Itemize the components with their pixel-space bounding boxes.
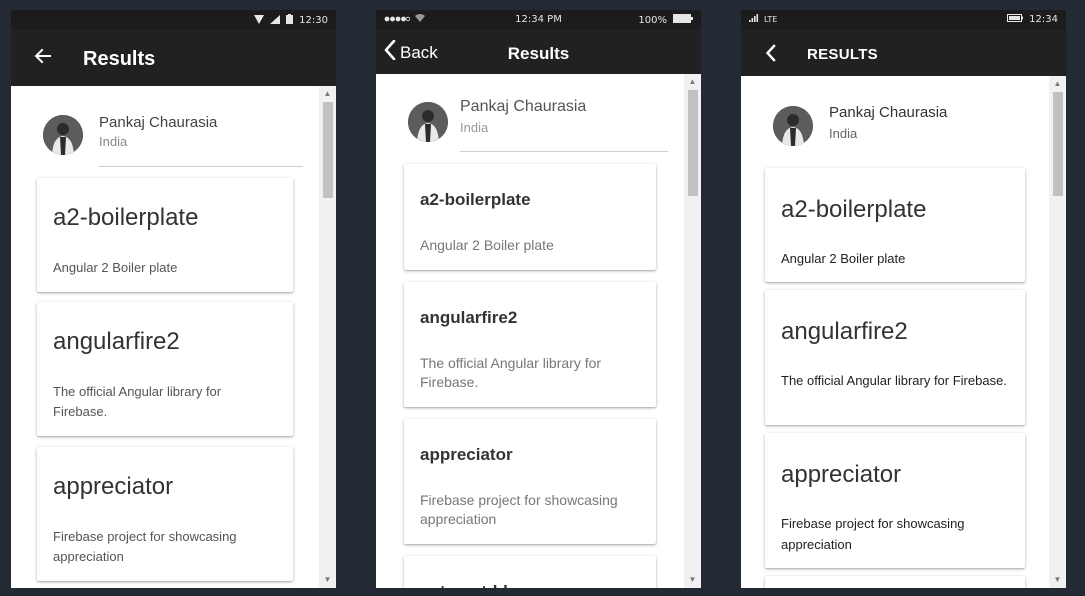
profile-country: India	[99, 134, 128, 149]
repo-card[interactable]: a2-boilerplate Angular 2 Boiler plate	[404, 164, 656, 270]
battery-icon	[673, 14, 693, 26]
repo-description: The official Angular library for Firebas…	[53, 384, 222, 419]
android-phone-screen: 12:30 Results Pankaj Chaurasia India a2-…	[11, 10, 336, 588]
signal-icon	[749, 14, 759, 25]
repo-description: Firebase project for showcasing apprecia…	[781, 516, 965, 552]
page-title: Results	[507, 44, 570, 63]
repo-title: angularfire2	[53, 328, 180, 355]
scroll-thumb[interactable]	[323, 102, 333, 198]
chevron-left-icon	[765, 44, 777, 67]
scroll-up-icon[interactable]: ▲	[319, 88, 336, 100]
repo-description: The official Angular library for Firebas…	[781, 373, 1007, 388]
scroll-down-icon[interactable]: ▼	[684, 574, 701, 586]
avatar	[773, 106, 813, 146]
repo-title: appreciator	[420, 445, 513, 464]
scroll-down-icon[interactable]: ▼	[1049, 574, 1066, 586]
repo-card[interactable]: appreciator Firebase project for showcas…	[765, 433, 1025, 568]
repo-description: Firebase project for showcasing apprecia…	[420, 492, 618, 527]
profile-divider	[99, 166, 303, 167]
signal-icon	[270, 14, 281, 27]
app-bar: RESULTS	[741, 30, 1066, 76]
repo-title: angularfire2	[781, 318, 908, 345]
repo-card[interactable]: appreciator Firebase project for showcas…	[37, 447, 293, 581]
results-content: Pankaj Chaurasia India a2-boilerplate An…	[11, 86, 336, 588]
status-bar: 12:34 PM 100%	[376, 10, 701, 30]
results-content: Pankaj Chaurasia India a2-boilerplate An…	[741, 76, 1066, 588]
back-button[interactable]	[765, 44, 777, 67]
repo-card[interactable]	[765, 576, 1025, 588]
repo-card[interactable]: angularfire2 The official Angular librar…	[404, 282, 656, 407]
battery-percent: 100%	[638, 14, 667, 26]
status-time: 12:34	[1029, 14, 1058, 25]
repo-title: a2-boilerplate	[420, 190, 531, 209]
profile-country: India	[829, 126, 858, 141]
profile-name: Pankaj Chaurasia	[829, 104, 948, 121]
scroll-thumb[interactable]	[688, 90, 698, 196]
scroll-thumb[interactable]	[1053, 92, 1063, 196]
app-bar: Back Results	[376, 30, 701, 74]
repo-title: appreciator	[781, 461, 902, 488]
scroll-up-icon[interactable]: ▲	[684, 76, 701, 88]
profile-country: India	[460, 120, 489, 135]
results-content: Pankaj Chaurasia India a2-boilerplate An…	[376, 74, 701, 588]
avatar	[43, 115, 83, 155]
profile-name: Pankaj Chaurasia	[460, 98, 587, 115]
avatar	[408, 102, 448, 142]
scrollbar[interactable]: ▲ ▼	[684, 74, 701, 588]
status-time: 12:30	[299, 15, 328, 26]
profile-header: Pankaj Chaurasia India	[741, 76, 1049, 166]
network-type: LTE	[764, 15, 778, 24]
repo-card[interactable]: autocrat-blog	[404, 556, 656, 588]
ios-phone-screen: 12:34 PM 100% Back Results Pankaj Chaura…	[376, 10, 701, 588]
profile-header: Pankaj Chaurasia India	[11, 86, 319, 176]
page-title: RESULTS	[807, 46, 878, 63]
scroll-up-icon[interactable]: ▲	[1049, 78, 1066, 90]
repo-title: appreciator	[53, 473, 174, 500]
repo-title: autocrat-blog	[420, 582, 529, 588]
profile-divider	[460, 151, 668, 152]
profile-name: Pankaj Chaurasia	[99, 114, 218, 131]
wifi-icon	[254, 14, 265, 27]
app-bar: Results	[11, 30, 336, 86]
windows-phone-screen: LTE 12:34 RESULTS Pankaj Chaurasia India…	[741, 10, 1066, 588]
profile-header: Pankaj Chaurasia India	[376, 74, 684, 160]
repo-card[interactable]: appreciator Firebase project for showcas…	[404, 419, 656, 544]
repo-description: Angular 2 Boiler plate	[781, 251, 906, 266]
page-title: Results	[83, 48, 156, 70]
back-button[interactable]	[33, 48, 53, 68]
repo-description: Angular 2 Boiler plate	[53, 260, 178, 275]
status-bar: LTE 12:34	[741, 10, 1066, 30]
scroll-down-icon[interactable]: ▼	[319, 574, 336, 586]
repo-card[interactable]: angularfire2 The official Angular librar…	[765, 290, 1025, 425]
repo-title: a2-boilerplate	[53, 204, 199, 231]
battery-icon	[1007, 14, 1024, 25]
repo-card[interactable]: a2-boilerplate Angular 2 Boiler plate	[765, 168, 1025, 282]
repo-card[interactable]: angularfire2 The official Angular librar…	[37, 302, 293, 436]
repo-title: a2-boilerplate	[781, 196, 927, 223]
repo-description: The official Angular library for Firebas…	[420, 355, 602, 390]
repo-title: angularfire2	[420, 308, 518, 327]
repo-card[interactable]: a2-boilerplate Angular 2 Boiler plate	[37, 178, 293, 292]
battery-icon	[286, 14, 294, 27]
arrow-back-icon	[33, 46, 53, 71]
repo-description: Angular 2 Boiler plate	[420, 237, 554, 253]
status-bar: 12:30	[11, 10, 336, 30]
repo-description: Firebase project for showcasing apprecia…	[53, 529, 237, 564]
scrollbar[interactable]: ▲ ▼	[319, 86, 336, 588]
scrollbar[interactable]: ▲ ▼	[1049, 76, 1066, 588]
